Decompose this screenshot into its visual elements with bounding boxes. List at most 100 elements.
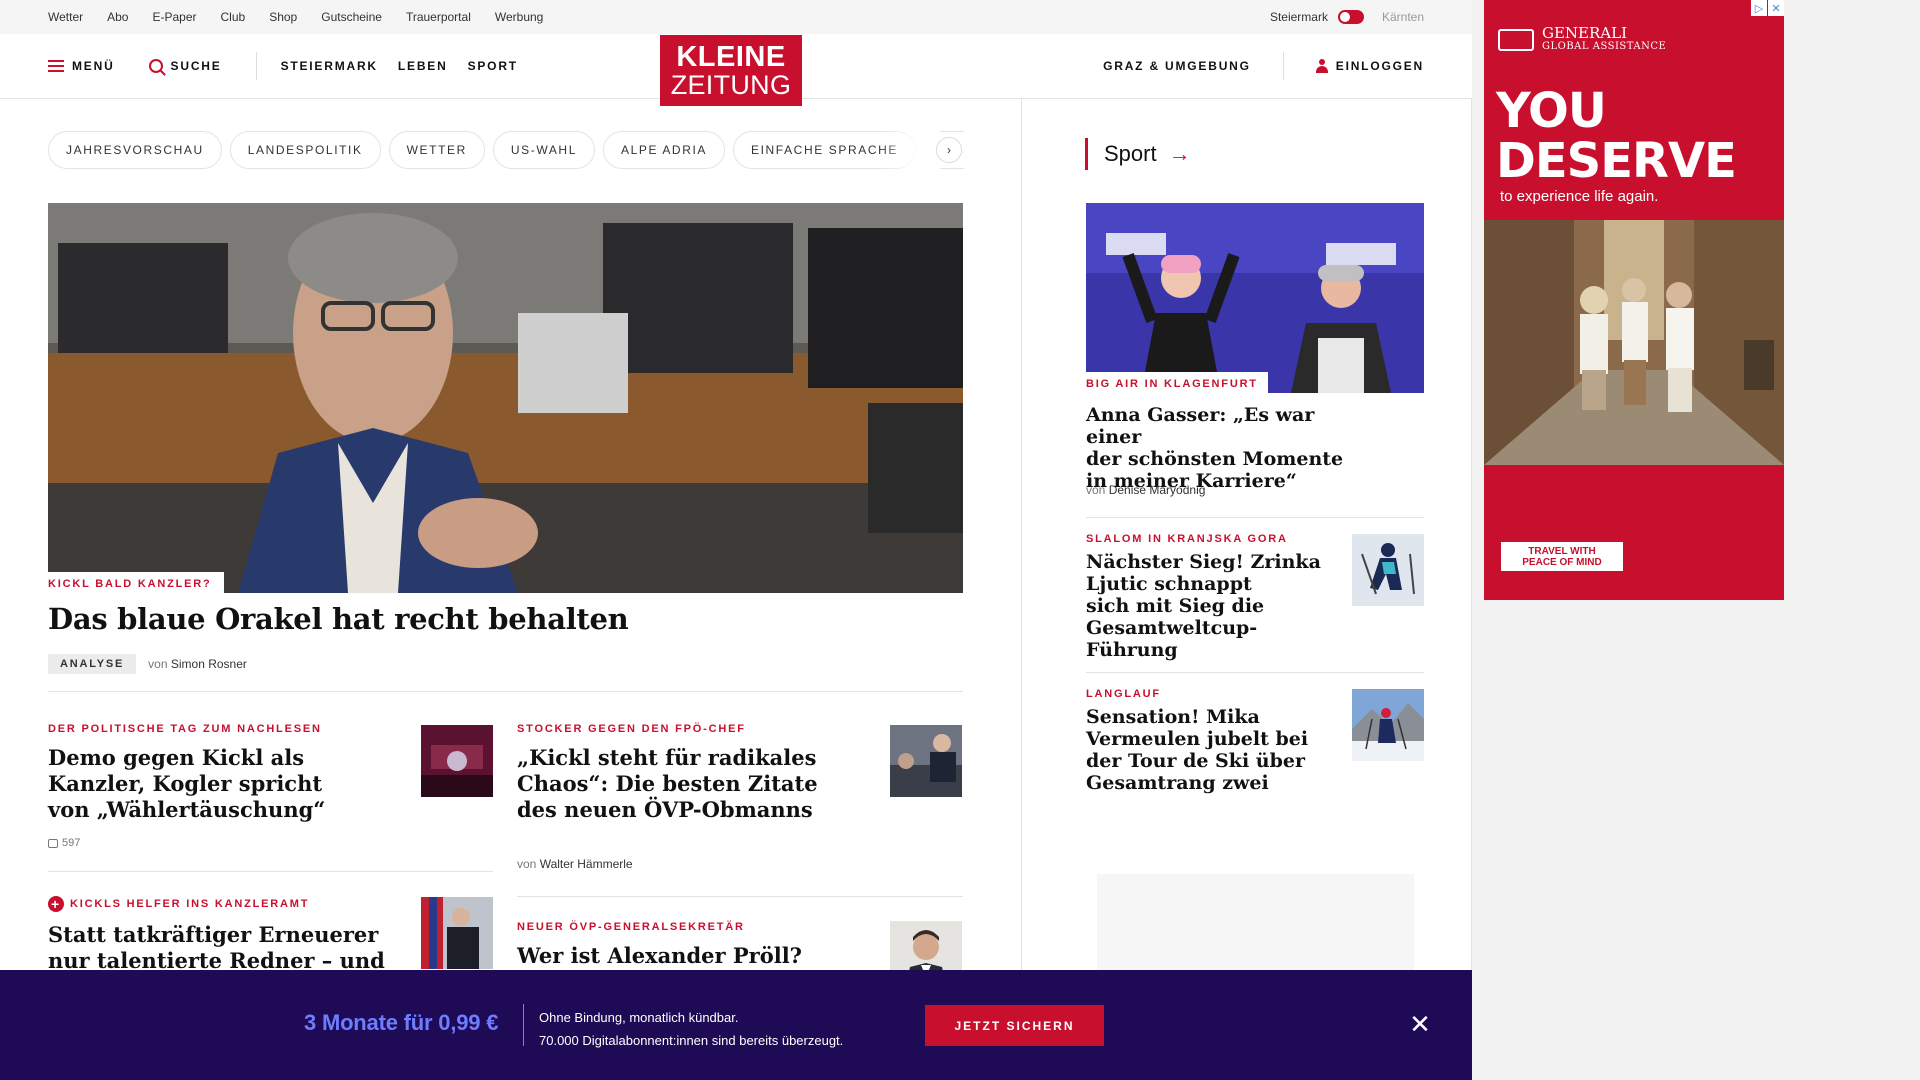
sport-thumbnail[interactable] <box>1352 689 1424 761</box>
header-left: MENÜ SUCHE STEIERMARK LEBEN SPORT <box>48 34 538 98</box>
generali-ad[interactable]: ▷ ✕ GENERALI GLOBAL ASSISTANCE YOU DESERV… <box>1484 0 1784 600</box>
utility-link-wetter[interactable]: Wetter <box>48 10 83 24</box>
article-byline: von Walter Hämmerle <box>517 857 837 871</box>
article-title-line: „Kickl steht für radikales <box>517 745 817 770</box>
sport-lead-byline: von Denise Maryodnig <box>1086 483 1205 497</box>
article-card[interactable]: STOCKER GEGEN DEN FPÖ-CHEF „Kickl steht … <box>517 723 837 871</box>
hero-headline[interactable]: Das blaue Orakel hat recht behalten <box>48 602 629 636</box>
article-title-line: Demo gegen Kickl als <box>48 745 305 770</box>
langlauf-photo <box>1352 689 1424 761</box>
sport-article-title: Nächster Sieg! Zrinka Ljutic schnappt si… <box>1086 551 1336 661</box>
logo-line1: KLEINE <box>676 40 786 73</box>
search-label: SUCHE <box>170 59 222 73</box>
hero-divider <box>48 691 963 692</box>
chip-wetter[interactable]: WETTER <box>388 131 485 169</box>
page: Wetter Abo E-Paper Club Shop Gutscheine … <box>0 0 1920 1080</box>
article-kicker-text: STOCKER GEGEN DEN FPÖ-CHEF <box>517 723 746 735</box>
ad-cta-button[interactable]: TRAVEL WITH PEACE OF MIND <box>1501 542 1623 571</box>
utility-link-trauerportal[interactable]: Trauerportal <box>406 10 471 24</box>
sport-lead-image[interactable] <box>1086 203 1424 393</box>
nav-steiermark[interactable]: STEIERMARK <box>281 59 378 73</box>
utility-link-shop[interactable]: Shop <box>269 10 297 24</box>
sport-section-heading[interactable]: Sport → <box>1085 138 1191 170</box>
article-title-line: Kanzler, Kogler spricht <box>48 771 323 796</box>
ad-subline: to experience life again. <box>1500 188 1659 205</box>
jetzt-sichern-button[interactable]: JETZT SICHERN <box>925 1005 1104 1046</box>
header-right-separator <box>1282 52 1284 80</box>
sport-lead-kicker[interactable]: BIG AIR IN KLAGENFURT <box>1086 372 1268 394</box>
region-steiermark[interactable]: Steiermark <box>1270 10 1328 24</box>
login-label: EINLOGGEN <box>1335 59 1424 73</box>
chip-jahresvorschau[interactable]: JAHRESVORSCHAU <box>48 131 222 169</box>
promo-separator <box>523 1004 524 1046</box>
sport-lead-author[interactable]: Denise Maryodnig <box>1109 483 1206 497</box>
hero-meta: ANALYSE von Simon Rosner <box>48 654 247 674</box>
hero-kicker[interactable]: KICKL BALD KANZLER? <box>48 572 224 595</box>
hero-image[interactable] <box>48 203 963 593</box>
promo-price: 3 Monate für 0,99 € <box>304 1010 499 1035</box>
nav-sport[interactable]: SPORT <box>468 59 518 73</box>
article-card[interactable]: DER POLITISCHE TAG ZUM NACHLESEN Demo ge… <box>48 723 408 849</box>
politicians-photo <box>421 897 493 969</box>
utility-bar: Wetter Abo E-Paper Club Shop Gutscheine … <box>0 0 1472 34</box>
demo-photo <box>421 725 493 797</box>
chips-fade <box>880 131 940 169</box>
region-toggle[interactable] <box>1337 10 1364 24</box>
article-title: Wer ist Alexander Pröll? <box>517 943 837 969</box>
ad-button-line: TRAVEL WITH <box>1528 546 1596 557</box>
comment-count-value: 597 <box>62 837 81 849</box>
menu-button[interactable]: MENÜ <box>48 59 115 73</box>
topic-chips: JAHRESVORSCHAU LANDESPOLITIK WETTER US-W… <box>48 131 964 169</box>
sport-thumbnail[interactable] <box>1352 534 1424 606</box>
search-button[interactable]: SUCHE <box>148 59 222 73</box>
sport-article-card[interactable]: LANGLAUF Sensation! Mika Vermeulen jubel… <box>1086 688 1336 794</box>
utility-link-werbung[interactable]: Werbung <box>495 10 543 24</box>
sport-heading-label: Sport <box>1104 141 1157 166</box>
sport-title-line: der Tour de Ski über <box>1086 750 1305 772</box>
chips-next-button[interactable]: › <box>936 137 962 163</box>
ad-headline-line: DESERVE <box>1496 133 1737 189</box>
chip-landespolitik[interactable]: LANDESPOLITIK <box>229 131 381 169</box>
comment-count[interactable]: 597 <box>48 837 408 849</box>
sport-kicker: LANGLAUF <box>1086 688 1336 700</box>
logo-line2: ZEITUNG <box>670 69 792 100</box>
utility-link-club[interactable]: Club <box>221 10 246 24</box>
hero-photo <box>48 203 963 593</box>
graz-umgebung-link[interactable]: GRAZ & UMGEBUNG <box>1103 59 1251 73</box>
article-title: Demo gegen Kickl als Kanzler, Kogler spr… <box>48 745 408 823</box>
nav-leben[interactable]: LEBEN <box>398 59 448 73</box>
plus-icon: + <box>48 896 64 912</box>
site-logo[interactable]: KLEINE ZEITUNG <box>660 35 802 106</box>
sport-divider <box>1086 672 1424 673</box>
sport-title-line: sich mit Sieg die <box>1086 595 1265 617</box>
sport-article-card[interactable]: SLALOM IN KRANJSKA GORA Nächster Sieg! Z… <box>1086 533 1336 661</box>
comment-icon <box>48 838 58 848</box>
chevron-right-icon: › <box>947 143 951 157</box>
user-icon <box>1315 59 1328 73</box>
ad-choices[interactable]: ▷ ✕ <box>1751 0 1784 16</box>
utility-link-epaper[interactable]: E-Paper <box>152 10 196 24</box>
article-kicker: DER POLITISCHE TAG ZUM NACHLESEN <box>48 723 408 735</box>
article-thumbnail[interactable] <box>890 725 962 797</box>
utility-link-gutscheine[interactable]: Gutscheine <box>321 10 382 24</box>
article-card[interactable]: NEUER ÖVP-GENERALSEKRETÄR Wer ist Alexan… <box>517 921 837 969</box>
region-kaernten[interactable]: Kärnten <box>1382 10 1424 24</box>
article-author[interactable]: Walter Hämmerle <box>540 857 633 871</box>
arrow-right-icon: → <box>1168 141 1191 166</box>
hero-byline: von Simon Rosner <box>148 657 247 671</box>
login-button[interactable]: EINLOGGEN <box>1315 59 1424 73</box>
sport-lead-title[interactable]: Anna Gasser: „Es war einer der schönsten… <box>1086 404 1376 492</box>
region-switch: Steiermark Kärnten <box>1270 0 1424 34</box>
article-thumbnail[interactable] <box>421 897 493 969</box>
hero-author[interactable]: Simon Rosner <box>171 657 247 671</box>
article-thumbnail[interactable] <box>421 725 493 797</box>
byline-prefix: von <box>148 657 168 671</box>
chip-us-wahl[interactable]: US-WAHL <box>492 131 595 169</box>
article-title-line: Statt tatkräftiger Erneuerer <box>48 922 379 947</box>
utility-link-abo[interactable]: Abo <box>107 10 128 24</box>
chip-alpe-adria[interactable]: ALPE ADRIA <box>602 131 725 169</box>
article-kicker-text: KICKLS HELFER INS KANZLERAMT <box>70 898 310 910</box>
close-icon[interactable]: ✕ <box>1406 1010 1434 1038</box>
sport-title-line: Anna Gasser: „Es war einer <box>1086 404 1315 448</box>
subscription-promo-bar: 3 Monate für 0,99 € Ohne Bindung, monatl… <box>0 970 1472 1080</box>
